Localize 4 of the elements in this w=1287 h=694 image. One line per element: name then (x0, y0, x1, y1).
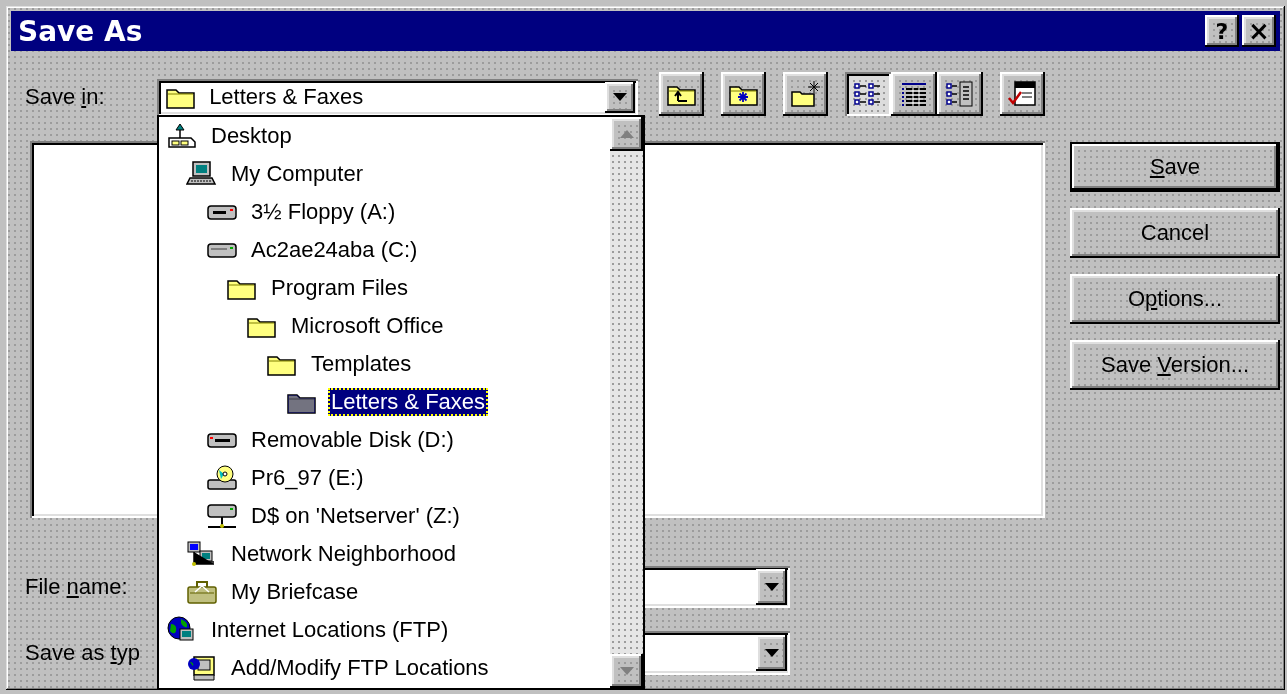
field-label: File name: (25, 574, 129, 600)
field-label: Save in: (25, 84, 106, 110)
window-title: Save As (18, 14, 144, 48)
field-label: Save as typ (25, 640, 141, 666)
